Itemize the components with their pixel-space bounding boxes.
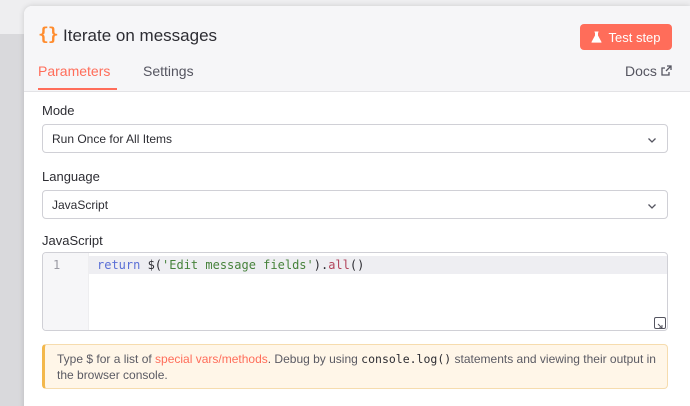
special-vars-link[interactable]: special vars/methods	[155, 352, 268, 366]
braces-icon: {}	[38, 24, 59, 45]
line-number-gutter: 1	[43, 253, 89, 330]
mode-select[interactable]: Run Once for All Items	[42, 124, 668, 153]
language-select[interactable]: JavaScript	[42, 190, 668, 219]
code-punctuation: ).	[313, 258, 329, 272]
resize-handle-icon[interactable]	[654, 317, 666, 329]
hint-prefix: Type $ for a list of	[57, 352, 156, 366]
docs-link[interactable]: Docs	[625, 63, 672, 79]
test-step-button[interactable]: Test step	[580, 24, 672, 50]
code-method: all	[328, 258, 350, 272]
docs-label: Docs	[625, 63, 657, 79]
code-label: JavaScript	[42, 233, 103, 248]
code-parens: ()	[349, 258, 365, 272]
hint-notice: Type $ for a list of special vars/method…	[42, 344, 668, 389]
line-number: 1	[53, 258, 61, 272]
external-link-icon	[661, 63, 672, 79]
test-step-label: Test step	[608, 29, 661, 45]
active-tab-indicator	[38, 88, 117, 90]
tab-settings[interactable]: Settings	[143, 63, 194, 79]
code-line[interactable]: return $('Edit message fields').all()	[97, 258, 364, 272]
mode-label: Mode	[42, 103, 75, 118]
panel-header: {} Iterate on messages Test step Paramet…	[24, 6, 690, 92]
node-parameters-panel: {} Iterate on messages Test step Paramet…	[24, 6, 690, 406]
tab-parameters[interactable]: Parameters	[38, 63, 110, 79]
code-editor[interactable]: 1 return $('Edit message fields').all()	[42, 252, 668, 331]
language-value: JavaScript	[52, 197, 109, 212]
hint-middle: . Debug by using	[267, 352, 362, 366]
mode-value: Run Once for All Items	[52, 131, 173, 146]
chevron-down-icon	[647, 200, 657, 214]
hint-code: console.log()	[361, 352, 452, 366]
code-function: $(	[147, 258, 163, 272]
code-keyword: return	[97, 258, 148, 272]
code-string: 'Edit message fields'	[162, 258, 314, 272]
flask-icon	[591, 31, 603, 43]
node-title[interactable]: Iterate on messages	[63, 26, 217, 46]
language-label: Language	[42, 169, 100, 184]
chevron-down-icon	[647, 134, 657, 148]
